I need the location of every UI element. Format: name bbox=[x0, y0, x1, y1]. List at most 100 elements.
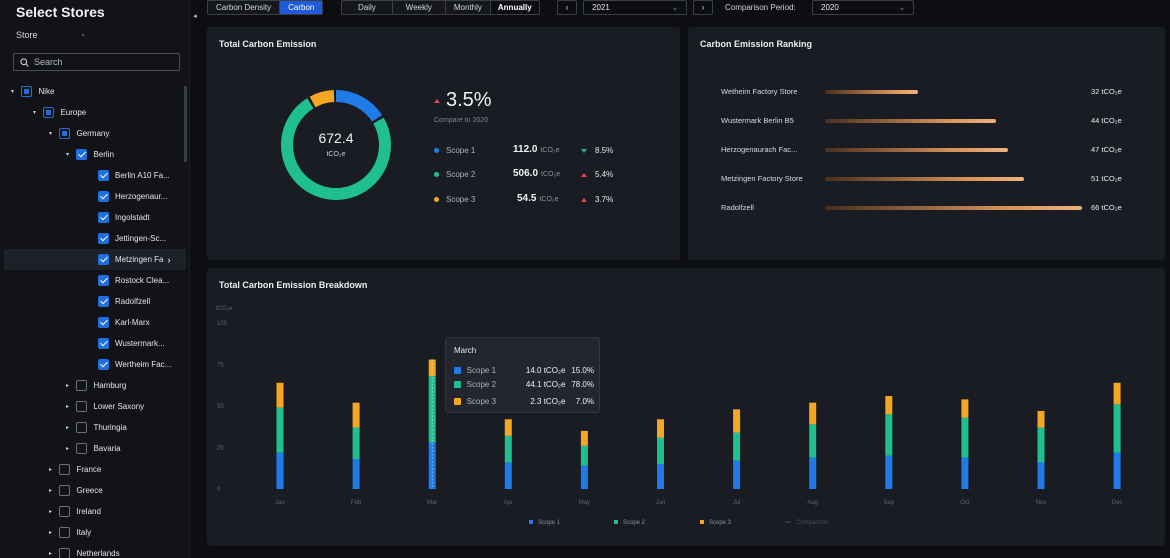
caret-down-icon[interactable]: ▾ bbox=[46, 130, 55, 137]
tree-item[interactable]: Radolfzell bbox=[4, 291, 186, 312]
bar-scope-2[interactable] bbox=[733, 432, 741, 461]
bar-scope-2[interactable] bbox=[885, 414, 893, 456]
tree-item[interactable]: ▸ Bavaria bbox=[4, 438, 186, 459]
bar-scope-1[interactable] bbox=[580, 465, 588, 489]
bar-scope-2[interactable] bbox=[657, 437, 664, 465]
bar-scope-1[interactable] bbox=[961, 457, 969, 489]
bar-scope-2[interactable] bbox=[1113, 404, 1121, 453]
ranking-bar[interactable] bbox=[825, 90, 918, 94]
collapse-sidebar-button[interactable]: ◂ bbox=[190, 12, 200, 26]
caret-right-icon[interactable]: ▸ bbox=[63, 424, 72, 431]
bar-scope-3[interactable] bbox=[504, 419, 512, 436]
checkbox[interactable] bbox=[98, 233, 109, 244]
bar-scope-3[interactable] bbox=[809, 402, 817, 425]
next-year-button[interactable]: › bbox=[693, 0, 713, 15]
tree-item[interactable]: ▾ Germany bbox=[4, 123, 186, 144]
bar-scope-1[interactable] bbox=[1113, 452, 1121, 489]
checkbox[interactable] bbox=[98, 212, 109, 223]
search-input[interactable]: Search bbox=[13, 53, 180, 71]
bar-scope-1[interactable] bbox=[809, 457, 817, 489]
bar-scope-2[interactable] bbox=[1037, 427, 1045, 463]
checkbox[interactable] bbox=[76, 401, 88, 412]
checkbox[interactable] bbox=[98, 359, 109, 370]
caret-down-icon[interactable]: ▾ bbox=[63, 151, 72, 158]
bar-scope-2[interactable] bbox=[276, 407, 284, 453]
tree-item[interactable]: ▸ Netherlands bbox=[4, 543, 186, 558]
caret-down-icon[interactable]: ▾ bbox=[30, 109, 39, 116]
checkbox[interactable] bbox=[21, 86, 33, 97]
tree-item[interactable]: Berlin A10 Fa... bbox=[4, 165, 186, 186]
checkbox[interactable] bbox=[59, 464, 71, 475]
bar-scope-3[interactable] bbox=[733, 409, 741, 433]
ranking-bar[interactable] bbox=[825, 148, 1008, 152]
checkbox[interactable] bbox=[76, 422, 88, 433]
tree-item[interactable]: Wertheim Fac... bbox=[4, 354, 186, 375]
caret-right-icon[interactable]: ▸ bbox=[63, 403, 72, 410]
tree-item[interactable]: ▸ Ireland bbox=[4, 501, 186, 522]
checkbox[interactable] bbox=[59, 128, 71, 139]
tree-item[interactable]: Metzingen Fa › bbox=[4, 249, 186, 270]
bar-scope-3[interactable] bbox=[1037, 410, 1045, 428]
tree-item[interactable]: Karl-Marx bbox=[4, 312, 186, 333]
tree-item[interactable]: ▾ Nike bbox=[4, 81, 186, 102]
tree-item[interactable]: Rostock Clea... bbox=[4, 270, 186, 291]
ranking-bar[interactable] bbox=[825, 206, 1082, 210]
bar-scope-3[interactable] bbox=[352, 402, 360, 428]
tree-item[interactable]: ▸ Hamburg bbox=[4, 375, 186, 396]
caret-right-icon[interactable]: ▸ bbox=[46, 487, 55, 494]
bar-scope-3[interactable] bbox=[1113, 382, 1121, 405]
tree-item[interactable]: ▸ Thuringia bbox=[4, 417, 186, 438]
tree-item[interactable]: ▸ Lower Saxony bbox=[4, 396, 186, 417]
checkbox[interactable] bbox=[59, 506, 71, 517]
tree-item[interactable]: ▸ Greece bbox=[4, 480, 186, 501]
tab-weekly[interactable]: Weekly bbox=[392, 1, 446, 14]
bar-scope-3[interactable] bbox=[276, 382, 284, 408]
tree-item[interactable]: ▸ Italy bbox=[4, 522, 186, 543]
tree-item[interactable]: Wustermark... bbox=[4, 333, 186, 354]
bar-scope-2[interactable] bbox=[961, 417, 969, 458]
bar-scope-2[interactable] bbox=[809, 424, 817, 458]
bar-scope-1[interactable] bbox=[1037, 462, 1045, 489]
bar-scope-1[interactable] bbox=[504, 462, 512, 489]
bar-scope-1[interactable] bbox=[276, 452, 284, 489]
bar-scope-3[interactable] bbox=[885, 396, 893, 415]
checkbox[interactable] bbox=[43, 107, 55, 118]
caret-right-icon[interactable]: ▸ bbox=[46, 508, 55, 515]
bar-scope-3[interactable] bbox=[580, 430, 588, 446]
bar-scope-1[interactable] bbox=[657, 464, 664, 489]
ranking-bar[interactable] bbox=[825, 119, 996, 123]
tab-carbon-density[interactable]: Carbon Density bbox=[208, 1, 281, 14]
caret-right-icon[interactable]: ▸ bbox=[46, 466, 55, 473]
tree-item[interactable]: Herzogenaur... bbox=[4, 186, 186, 207]
bar-scope-1[interactable] bbox=[885, 455, 893, 489]
bar-scope-2[interactable] bbox=[580, 445, 588, 466]
tree-item[interactable]: ▾ Europe bbox=[4, 102, 186, 123]
bar-scope-1[interactable] bbox=[352, 459, 360, 489]
tree-item[interactable]: ▾ Berlin bbox=[4, 144, 186, 165]
checkbox[interactable] bbox=[98, 170, 109, 181]
tab-daily[interactable]: Daily bbox=[342, 1, 393, 14]
checkbox[interactable] bbox=[59, 485, 71, 496]
tree-item[interactable]: Ingolstadt bbox=[4, 207, 186, 228]
prev-year-button[interactable]: ‹ bbox=[557, 0, 577, 15]
bar-scope-3[interactable] bbox=[657, 419, 664, 438]
year-select[interactable]: 2021 ⌄ bbox=[583, 0, 687, 15]
ranking-bar[interactable] bbox=[825, 177, 1024, 181]
checkbox[interactable] bbox=[98, 296, 109, 307]
bar-scope-1[interactable] bbox=[733, 460, 741, 489]
tab-carbon[interactable]: Carbon bbox=[280, 1, 323, 14]
checkbox[interactable] bbox=[98, 317, 109, 328]
caret-right-icon[interactable]: ▸ bbox=[46, 529, 55, 536]
checkbox[interactable] bbox=[76, 149, 88, 160]
store-filter-dropdown[interactable]: Store ⌄ bbox=[16, 30, 86, 40]
tab-monthly[interactable]: Monthly bbox=[445, 1, 491, 14]
bar-scope-2[interactable] bbox=[352, 427, 360, 460]
tree-item[interactable]: Jettingen-Sc... bbox=[4, 228, 186, 249]
caret-right-icon[interactable]: ▸ bbox=[63, 445, 72, 452]
caret-down-icon[interactable]: ▾ bbox=[8, 88, 17, 95]
bar-scope-3[interactable] bbox=[961, 399, 969, 418]
checkbox[interactable] bbox=[98, 191, 109, 202]
caret-right-icon[interactable]: ▸ bbox=[63, 382, 72, 389]
checkbox[interactable] bbox=[98, 275, 109, 286]
comparison-year-select[interactable]: 2020 ⌄ bbox=[812, 0, 914, 15]
